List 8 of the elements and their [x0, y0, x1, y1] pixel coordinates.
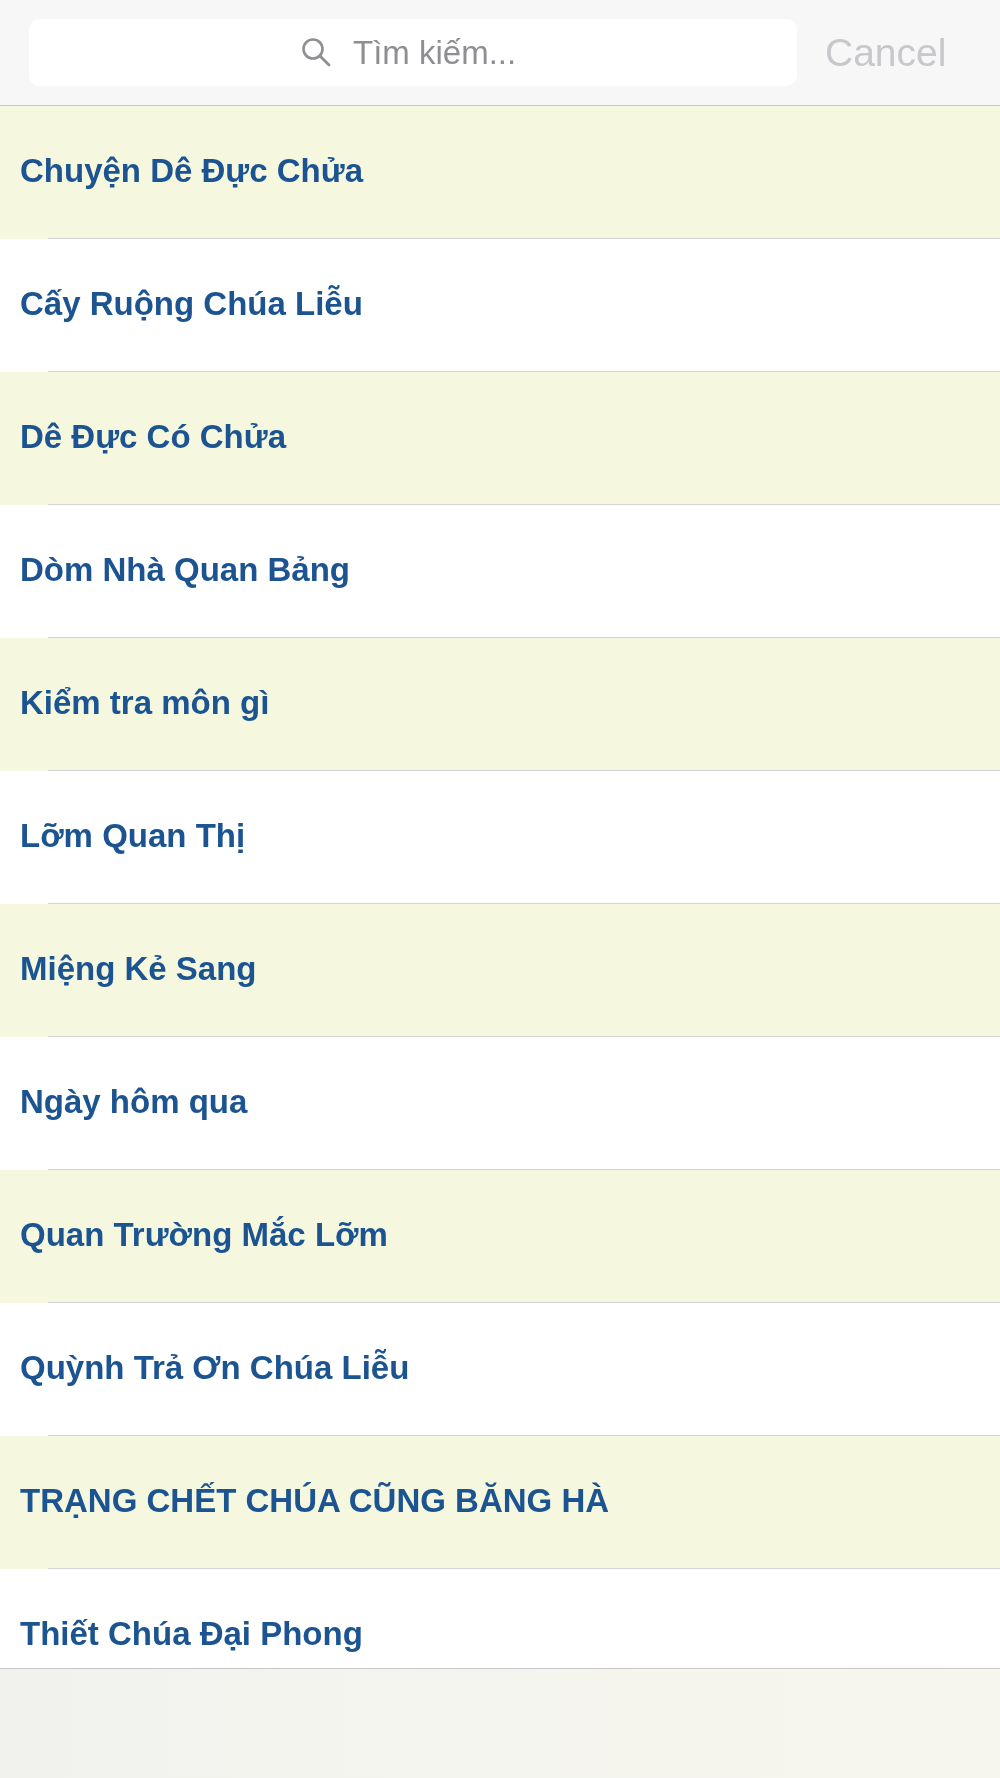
search-icon — [301, 37, 331, 67]
list-item[interactable]: Chuyện Dê Đực Chửa — [0, 106, 1000, 239]
list-item[interactable]: Kiểm tra môn gì — [0, 638, 1000, 771]
search-field[interactable]: Tìm kiếm... — [29, 19, 797, 86]
list-item[interactable]: Quan Trường Mắc Lỡm — [0, 1170, 1000, 1303]
list-item[interactable]: Dê Đực Có Chửa — [0, 372, 1000, 505]
list-item[interactable]: Miệng Kẻ Sang — [0, 904, 1000, 1037]
list-item[interactable]: TRẠNG CHẾT CHÚA CŨNG BĂNG HÀ — [0, 1436, 1000, 1569]
